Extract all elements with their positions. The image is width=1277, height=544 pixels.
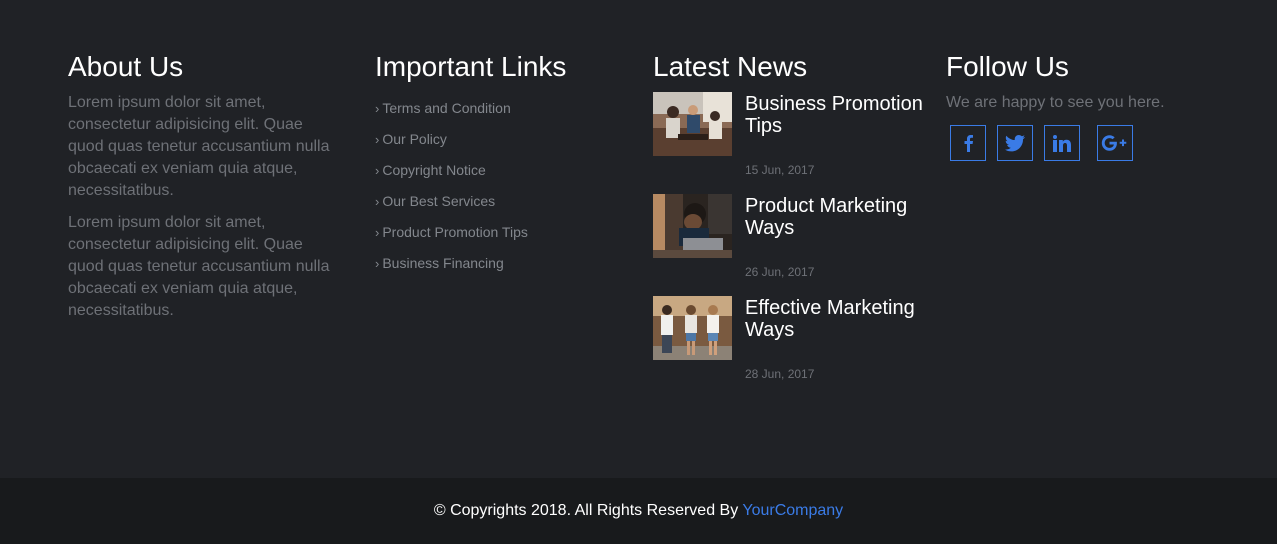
- google-plus-icon: [1101, 135, 1127, 151]
- google-plus-button[interactable]: [1097, 125, 1133, 161]
- follow-text: We are happy to see you here.: [946, 94, 1165, 111]
- news-thumbnail[interactable]: [653, 194, 732, 258]
- chevron-right-icon: ›: [375, 101, 380, 116]
- link-item[interactable]: › Our Policy: [375, 130, 625, 161]
- follow-column: Follow Us We are happy to see you here.: [946, 50, 1246, 165]
- facebook-icon: [964, 135, 973, 152]
- chevron-right-icon: ›: [375, 225, 380, 240]
- news-thumbnail[interactable]: [653, 296, 732, 360]
- link-label[interactable]: Terms and Condition: [382, 100, 510, 116]
- follow-title: Follow Us: [946, 51, 1069, 82]
- news-column: Latest News Business Promotion Tips 15 J…: [653, 50, 933, 398]
- link-label[interactable]: Copyright Notice: [382, 162, 486, 178]
- news-title: Latest News: [653, 51, 808, 82]
- about-paragraph: Lorem ipsum dolor sit amet, consectetur …: [68, 214, 330, 319]
- facebook-button[interactable]: [950, 125, 986, 161]
- news-headline[interactable]: Product Marketing Ways: [745, 195, 935, 239]
- news-item[interactable]: Product Marketing Ways 26 Jun, 2017: [653, 194, 933, 296]
- twitter-button[interactable]: [997, 125, 1033, 161]
- about-paragraph: Lorem ipsum dolor sit amet, consectetur …: [68, 94, 330, 199]
- social-links: [946, 125, 1246, 165]
- chevron-right-icon: ›: [375, 256, 380, 271]
- link-item[interactable]: › Copyright Notice: [375, 161, 625, 192]
- link-item[interactable]: › Product Promotion Tips: [375, 223, 625, 254]
- news-date: 15 Jun, 2017: [745, 163, 815, 177]
- links-list: › Terms and Condition › Our Policy › Copyri…: [375, 99, 625, 285]
- link-item[interactable]: › Our Best Services: [375, 192, 625, 223]
- copyright-label: © Copyrights 2018. All Rights Reserved B…: [433, 502, 739, 519]
- chevron-right-icon: ›: [375, 194, 380, 209]
- news-headline[interactable]: Business Promotion Tips: [745, 93, 935, 137]
- linkedin-icon: [1053, 134, 1071, 152]
- linkedin-button[interactable]: [1044, 125, 1080, 161]
- office-meeting-photo: [653, 92, 732, 156]
- news-date: 26 Jun, 2017: [745, 265, 815, 279]
- links-column: Important Links › Terms and Condition › Ou…: [375, 50, 625, 285]
- link-label[interactable]: Our Best Services: [382, 193, 495, 209]
- link-item[interactable]: › Business Financing: [375, 254, 625, 285]
- links-title: Important Links: [375, 51, 567, 82]
- about-title: About Us: [68, 51, 184, 82]
- chevron-right-icon: ›: [375, 163, 380, 178]
- link-item[interactable]: › Terms and Condition: [375, 99, 625, 130]
- news-date: 28 Jun, 2017: [745, 367, 815, 381]
- friends-walking-photo: [653, 296, 732, 360]
- footer-main: About Us Lorem ipsum dolor sit amet, con…: [0, 0, 1277, 478]
- copyright-text: © Copyrights 2018. All Rights Reserved B…: [434, 501, 843, 521]
- news-item[interactable]: Effective Marketing Ways 28 Jun, 2017: [653, 296, 933, 398]
- link-label[interactable]: Our Policy: [382, 131, 447, 147]
- twitter-icon: [1005, 134, 1025, 151]
- link-label[interactable]: Business Financing: [382, 255, 503, 271]
- news-thumbnail[interactable]: [653, 92, 732, 156]
- company-link[interactable]: YourCompany: [742, 502, 843, 519]
- news-headline[interactable]: Effective Marketing Ways: [745, 297, 935, 341]
- stressed-man-laptop-photo: [653, 194, 732, 258]
- chevron-right-icon: ›: [375, 132, 380, 147]
- about-column: About Us Lorem ipsum dolor sit amet, con…: [68, 50, 338, 332]
- footer-bottom-bar: © Copyrights 2018. All Rights Reserved B…: [0, 478, 1277, 544]
- link-label[interactable]: Product Promotion Tips: [382, 224, 528, 240]
- news-item[interactable]: Business Promotion Tips 15 Jun, 2017: [653, 92, 933, 194]
